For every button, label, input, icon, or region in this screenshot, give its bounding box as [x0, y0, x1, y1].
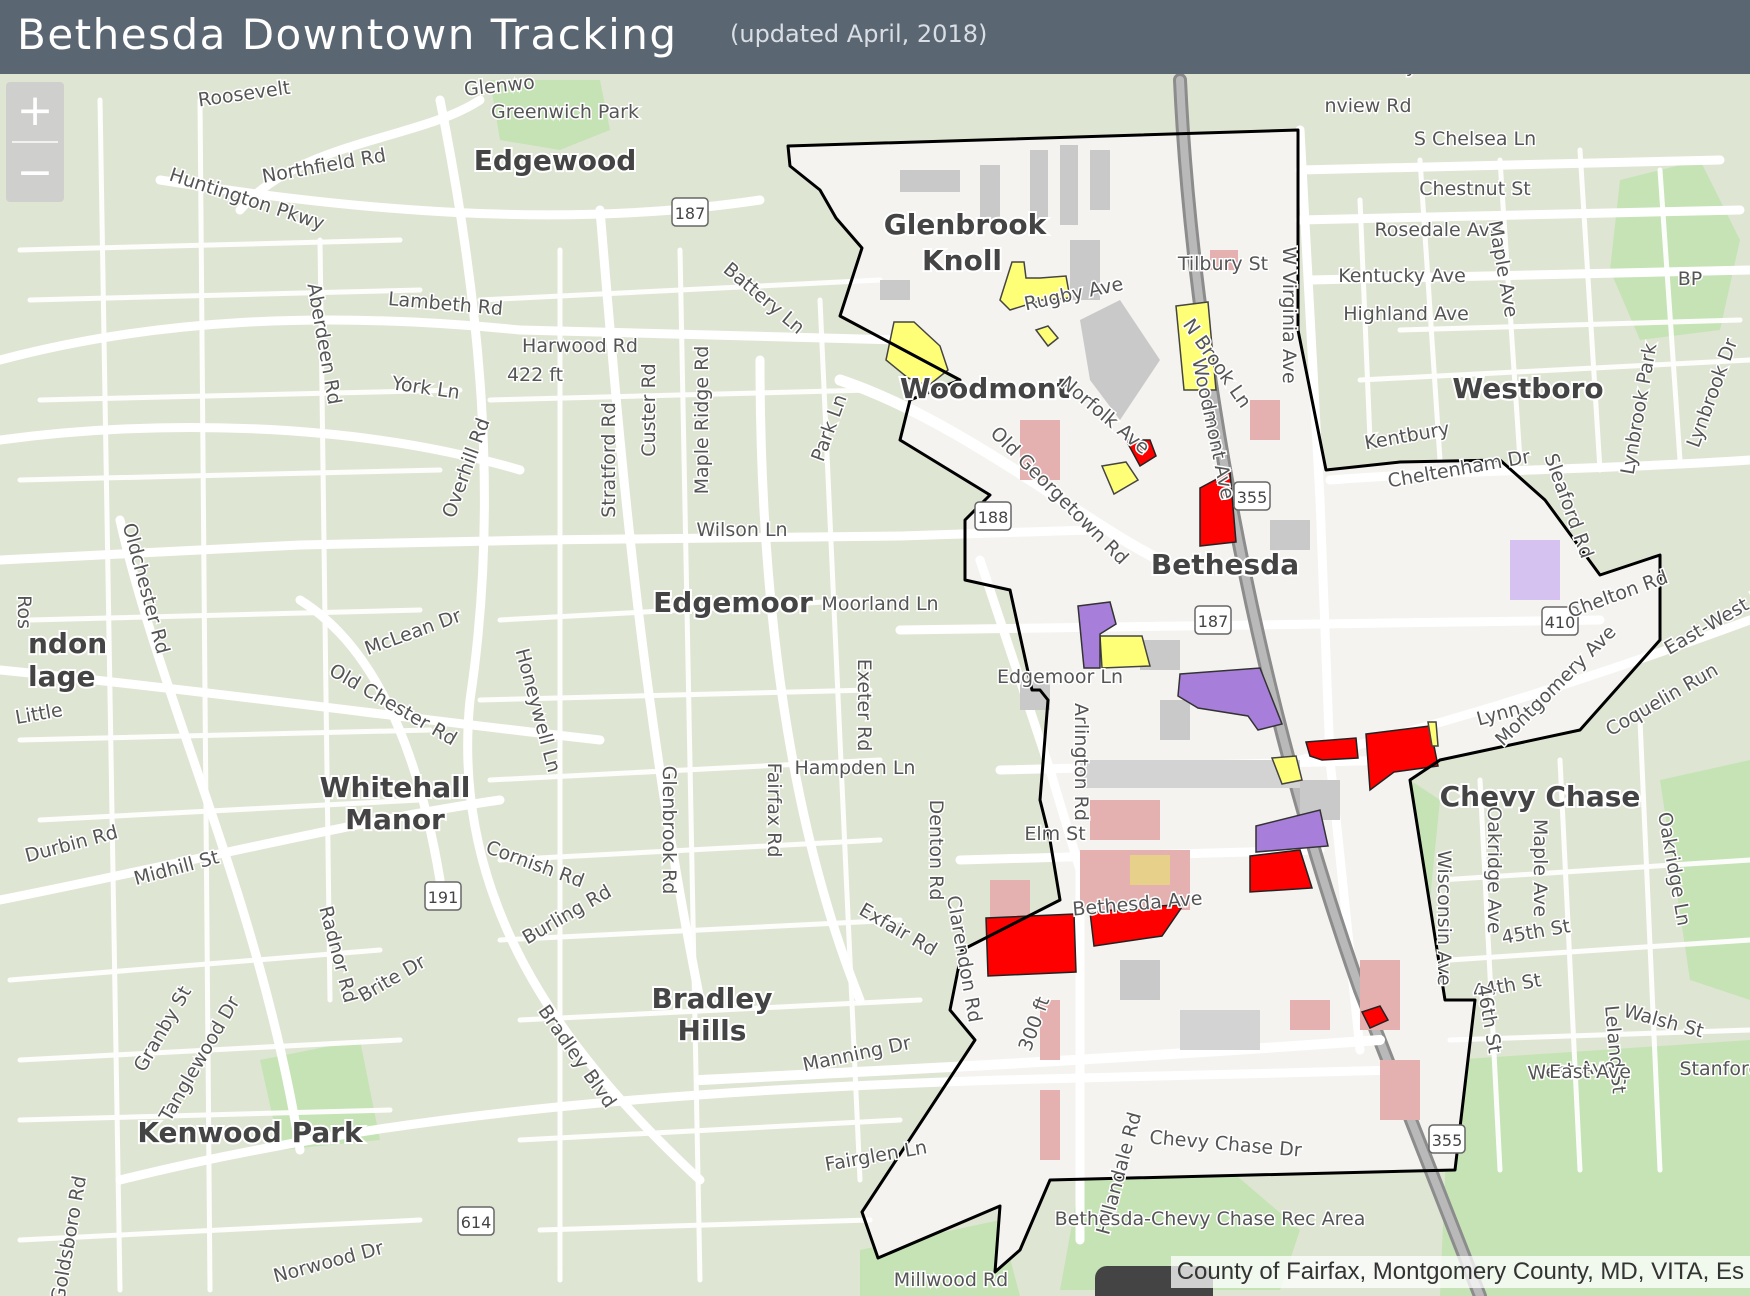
zoom-control: + − — [6, 82, 64, 202]
update-date: (updated April, 2018) — [730, 20, 988, 48]
street-label: Bethesda-Chevy Chase Rec Area — [1055, 1208, 1366, 1230]
zoom-divider — [12, 141, 58, 143]
street-label: Maple Ave — [1529, 819, 1551, 917]
street-label: Wilson Ln — [696, 519, 787, 541]
street-label: S Chelsea Ln — [1414, 128, 1536, 150]
street-label: Kentucky Ave — [1338, 265, 1466, 287]
street-label: nview Rd — [1324, 95, 1411, 117]
street-label: East Ave — [1549, 1061, 1631, 1083]
route-number: 187 — [675, 204, 706, 223]
street-label: Oakridge Ave — [1483, 806, 1505, 933]
place-label: ndon — [28, 627, 107, 660]
street-label: Tilbury St — [1177, 253, 1268, 275]
street-label: Maple Ridge Rd — [691, 346, 713, 495]
map-view[interactable]: 187 188 187 355 410 191 614 355 Edgewood Glenbro… — [0, 74, 1750, 1296]
place-label: Bethesda — [1151, 548, 1299, 581]
minus-icon: − — [16, 147, 54, 198]
street-label: Chestnut St — [1419, 178, 1530, 200]
street-label: Stanford — [1679, 1058, 1750, 1080]
place-label: Bradley — [652, 982, 773, 1015]
street-label: Edgemoor Ln — [997, 666, 1123, 688]
parcel-red[interactable] — [1305, 737, 1359, 761]
route-number: 355 — [1237, 488, 1268, 507]
street-label: Harwood Rd — [522, 335, 638, 357]
app-header: Bethesda Downtown Tracking (updated Apri… — [0, 0, 1750, 74]
place-label: lage — [28, 660, 96, 693]
street-label: Moorland Ln — [821, 593, 938, 615]
parcel-red[interactable] — [1249, 849, 1314, 893]
street-label: Greenwich Park — [491, 101, 639, 123]
street-label: Stratford Rd — [598, 402, 620, 518]
parcel-yellow[interactable] — [1099, 635, 1151, 669]
street-label: Rosedale Ave — [1374, 219, 1501, 241]
place-label: Hills — [678, 1014, 747, 1047]
street-label: Ros — [13, 595, 35, 629]
street-label: BP — [1678, 268, 1703, 290]
place-label: Westboro — [1452, 372, 1603, 405]
zoom-out-button[interactable]: − — [6, 144, 64, 202]
route-number: 614 — [461, 1213, 492, 1232]
place-label: Whitehall — [320, 771, 471, 804]
street-label: Highland Ave — [1343, 303, 1469, 325]
page-title: Bethesda Downtown Tracking — [17, 10, 678, 59]
parcel-red[interactable] — [985, 913, 1077, 977]
street-label: Hampden Ln — [795, 757, 916, 779]
route-number: 191 — [428, 888, 459, 907]
street-label: 422 ft — [507, 364, 563, 386]
street-label: Exeter Rd — [853, 659, 875, 752]
place-label: Edgemoor — [653, 586, 813, 619]
street-label: Wisconsin Ave — [1433, 850, 1455, 986]
route-number: 355 — [1432, 1131, 1463, 1150]
map-canvas[interactable]: 187188187355410191614355 EdgewoodGlenbro… — [0, 74, 1750, 1296]
zoom-in-button[interactable]: + — [6, 82, 64, 140]
route-number: 187 — [1198, 612, 1229, 631]
street-label: W Virginia Ave — [1278, 246, 1300, 383]
street-label: Fairfax Rd — [763, 763, 785, 858]
street-label: Bradley Ln — [1344, 74, 1445, 77]
map-attribution: County of Fairfax, Montgomery County, MD… — [1170, 1256, 1750, 1288]
street-label: Denton Rd — [925, 800, 947, 901]
place-label: Chevy Chase — [1440, 780, 1641, 813]
street-label: Arlington Rd — [1070, 703, 1092, 821]
street-label: Glenbrook Rd — [658, 766, 680, 895]
place-label: Edgewood — [474, 144, 637, 177]
street-label: Elm St — [1024, 823, 1085, 845]
place-label: Knoll — [922, 244, 1002, 277]
place-label: Woodmont — [900, 372, 1070, 405]
place-label: Manor — [345, 803, 445, 836]
street-label: Custer Rd — [638, 363, 660, 456]
route-number: 188 — [978, 508, 1009, 527]
place-label: Glenbrook — [884, 208, 1048, 241]
plus-icon: + — [16, 85, 54, 136]
street-label: Millwood Rd — [894, 1269, 1008, 1291]
